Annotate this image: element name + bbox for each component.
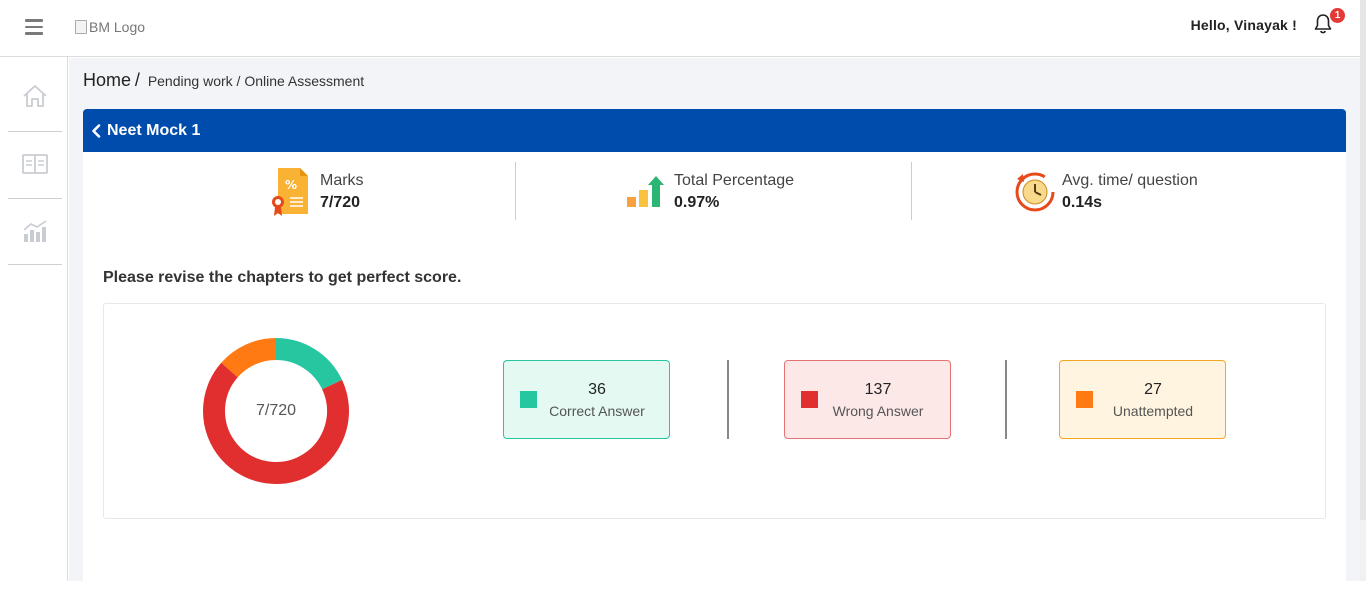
sidebar [0, 57, 68, 581]
legend-divider [727, 360, 729, 439]
breadcrumb-separator: / [134, 70, 140, 90]
wrong-count: 137 [864, 380, 892, 398]
growth-chart-icon [627, 176, 664, 207]
card-title: Neet Mock 1 [107, 121, 201, 139]
svg-text:%: % [285, 178, 297, 192]
back-button[interactable]: Neet Mock 1 [91, 122, 200, 140]
wrong-swatch [801, 391, 818, 408]
logo-alt-text: BM Logo [89, 19, 146, 35]
marks-label: Marks [320, 172, 364, 189]
unattempted-swatch [1076, 391, 1093, 408]
scrollbar-thumb[interactable] [1360, 0, 1366, 520]
breadcrumb-current: Online Assessment [244, 73, 365, 89]
wrong-label: Wrong Answer [832, 402, 924, 419]
breadcrumb-pending-work[interactable]: Pending work [148, 73, 233, 89]
correct-answer-card: 36 Correct Answer [503, 360, 670, 439]
breadcrumb-separator: / [236, 73, 241, 89]
breadcrumb: Home / Pending work / Online Assessment [83, 70, 364, 91]
avg-time-stat: Avg. time/ question 0.14s [1014, 162, 1198, 222]
card-header: Neet Mock 1 [83, 109, 1346, 152]
correct-label: Correct Answer [549, 402, 645, 419]
logo[interactable]: BM Logo [75, 19, 145, 35]
marks-value: 7/720 [320, 194, 361, 211]
top-bar: BM Logo Hello, Vinayak ! 1 [0, 0, 1366, 57]
sidebar-divider [8, 264, 62, 265]
analytics-icon [23, 220, 47, 242]
unattempted-card: 27 Unattempted [1059, 360, 1226, 439]
marks-stat: % Marks 7/720 [270, 162, 364, 222]
unattempted-count: 27 [1144, 380, 1162, 398]
book-icon [22, 154, 48, 174]
notification-badge: 1 [1330, 8, 1345, 23]
wrong-answer-card: 137 Wrong Answer [784, 360, 951, 439]
stat-divider [515, 162, 516, 220]
broken-image-icon [75, 20, 87, 34]
user-greeting: Hello, Vinayak ! [1190, 17, 1297, 33]
scrollbar[interactable] [1360, 0, 1366, 581]
certificate-icon: % [272, 168, 308, 216]
percentage-stat: Total Percentage 0.97% [626, 162, 794, 222]
breadcrumb-home[interactable]: Home [83, 70, 131, 90]
sidebar-item-book[interactable] [8, 131, 62, 197]
correct-swatch [520, 391, 537, 408]
main-content: Home / Pending work / Online Assessment … [69, 58, 1360, 589]
correct-count: 36 [588, 380, 606, 398]
sidebar-item-home[interactable] [8, 63, 62, 129]
donut-center-label: 7/720 [255, 402, 297, 419]
percentage-label: Total Percentage [674, 172, 795, 189]
avg-time-value: 0.14s [1062, 194, 1103, 211]
unattempted-label: Unattempted [1112, 402, 1194, 419]
timer-icon [1015, 172, 1055, 212]
assessment-card: Neet Mock 1 % Marks 7/720 Total Percenta… [83, 109, 1346, 589]
result-summary: 7/720 36 Correct Answer 137 Wrong Answer [103, 303, 1326, 519]
menu-icon[interactable] [25, 19, 43, 35]
avg-time-label: Avg. time/ question [1062, 172, 1198, 189]
legend-divider [1005, 360, 1007, 439]
percentage-value: 0.97% [674, 194, 720, 211]
revise-message: Please revise the chapters to get perfec… [103, 269, 462, 286]
home-icon [23, 85, 47, 107]
sidebar-item-analytics[interactable] [8, 198, 62, 264]
chevron-left-icon [92, 123, 101, 138]
stat-divider [911, 162, 912, 220]
